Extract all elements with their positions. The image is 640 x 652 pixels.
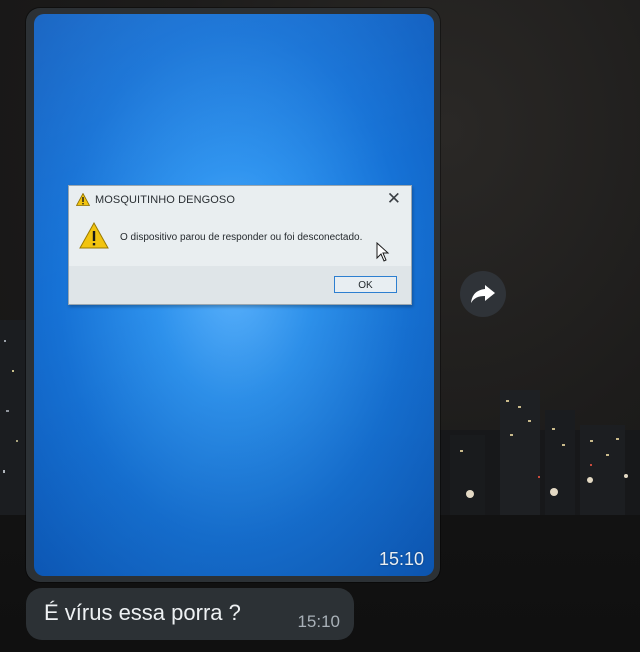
dialog-title: MOSQUITINHO DENGOSO bbox=[95, 194, 236, 206]
media-message-time: 15:10 bbox=[378, 549, 424, 569]
forward-arrow-icon bbox=[471, 285, 495, 303]
dialog-body: O dispositivo parou de responder ou foi … bbox=[69, 214, 411, 266]
ok-button[interactable]: OK bbox=[334, 276, 397, 293]
dialog-message: O dispositivo parou de responder ou foi … bbox=[120, 232, 363, 243]
chat-screen: MOSQUITINHO DENGOSO ✕ O dispositivo paro… bbox=[0, 0, 640, 652]
dialog-footer: OK bbox=[69, 266, 411, 304]
message-time: 15:10 bbox=[297, 612, 340, 631]
dialog-titlebar: MOSQUITINHO DENGOSO ✕ bbox=[69, 186, 411, 214]
mouse-cursor-icon bbox=[376, 242, 390, 262]
forward-button[interactable] bbox=[460, 271, 506, 317]
warning-icon bbox=[76, 193, 90, 206]
message-text: É vírus essa porra ? bbox=[44, 600, 241, 625]
warning-icon bbox=[79, 222, 109, 249]
text-message-bubble[interactable]: É vírus essa porra ? 15:10 bbox=[26, 588, 354, 640]
error-dialog: MOSQUITINHO DENGOSO ✕ O dispositivo paro… bbox=[68, 185, 412, 305]
message-photo[interactable]: MOSQUITINHO DENGOSO ✕ O dispositivo paro… bbox=[34, 14, 434, 576]
close-icon[interactable]: ✕ bbox=[387, 190, 401, 208]
